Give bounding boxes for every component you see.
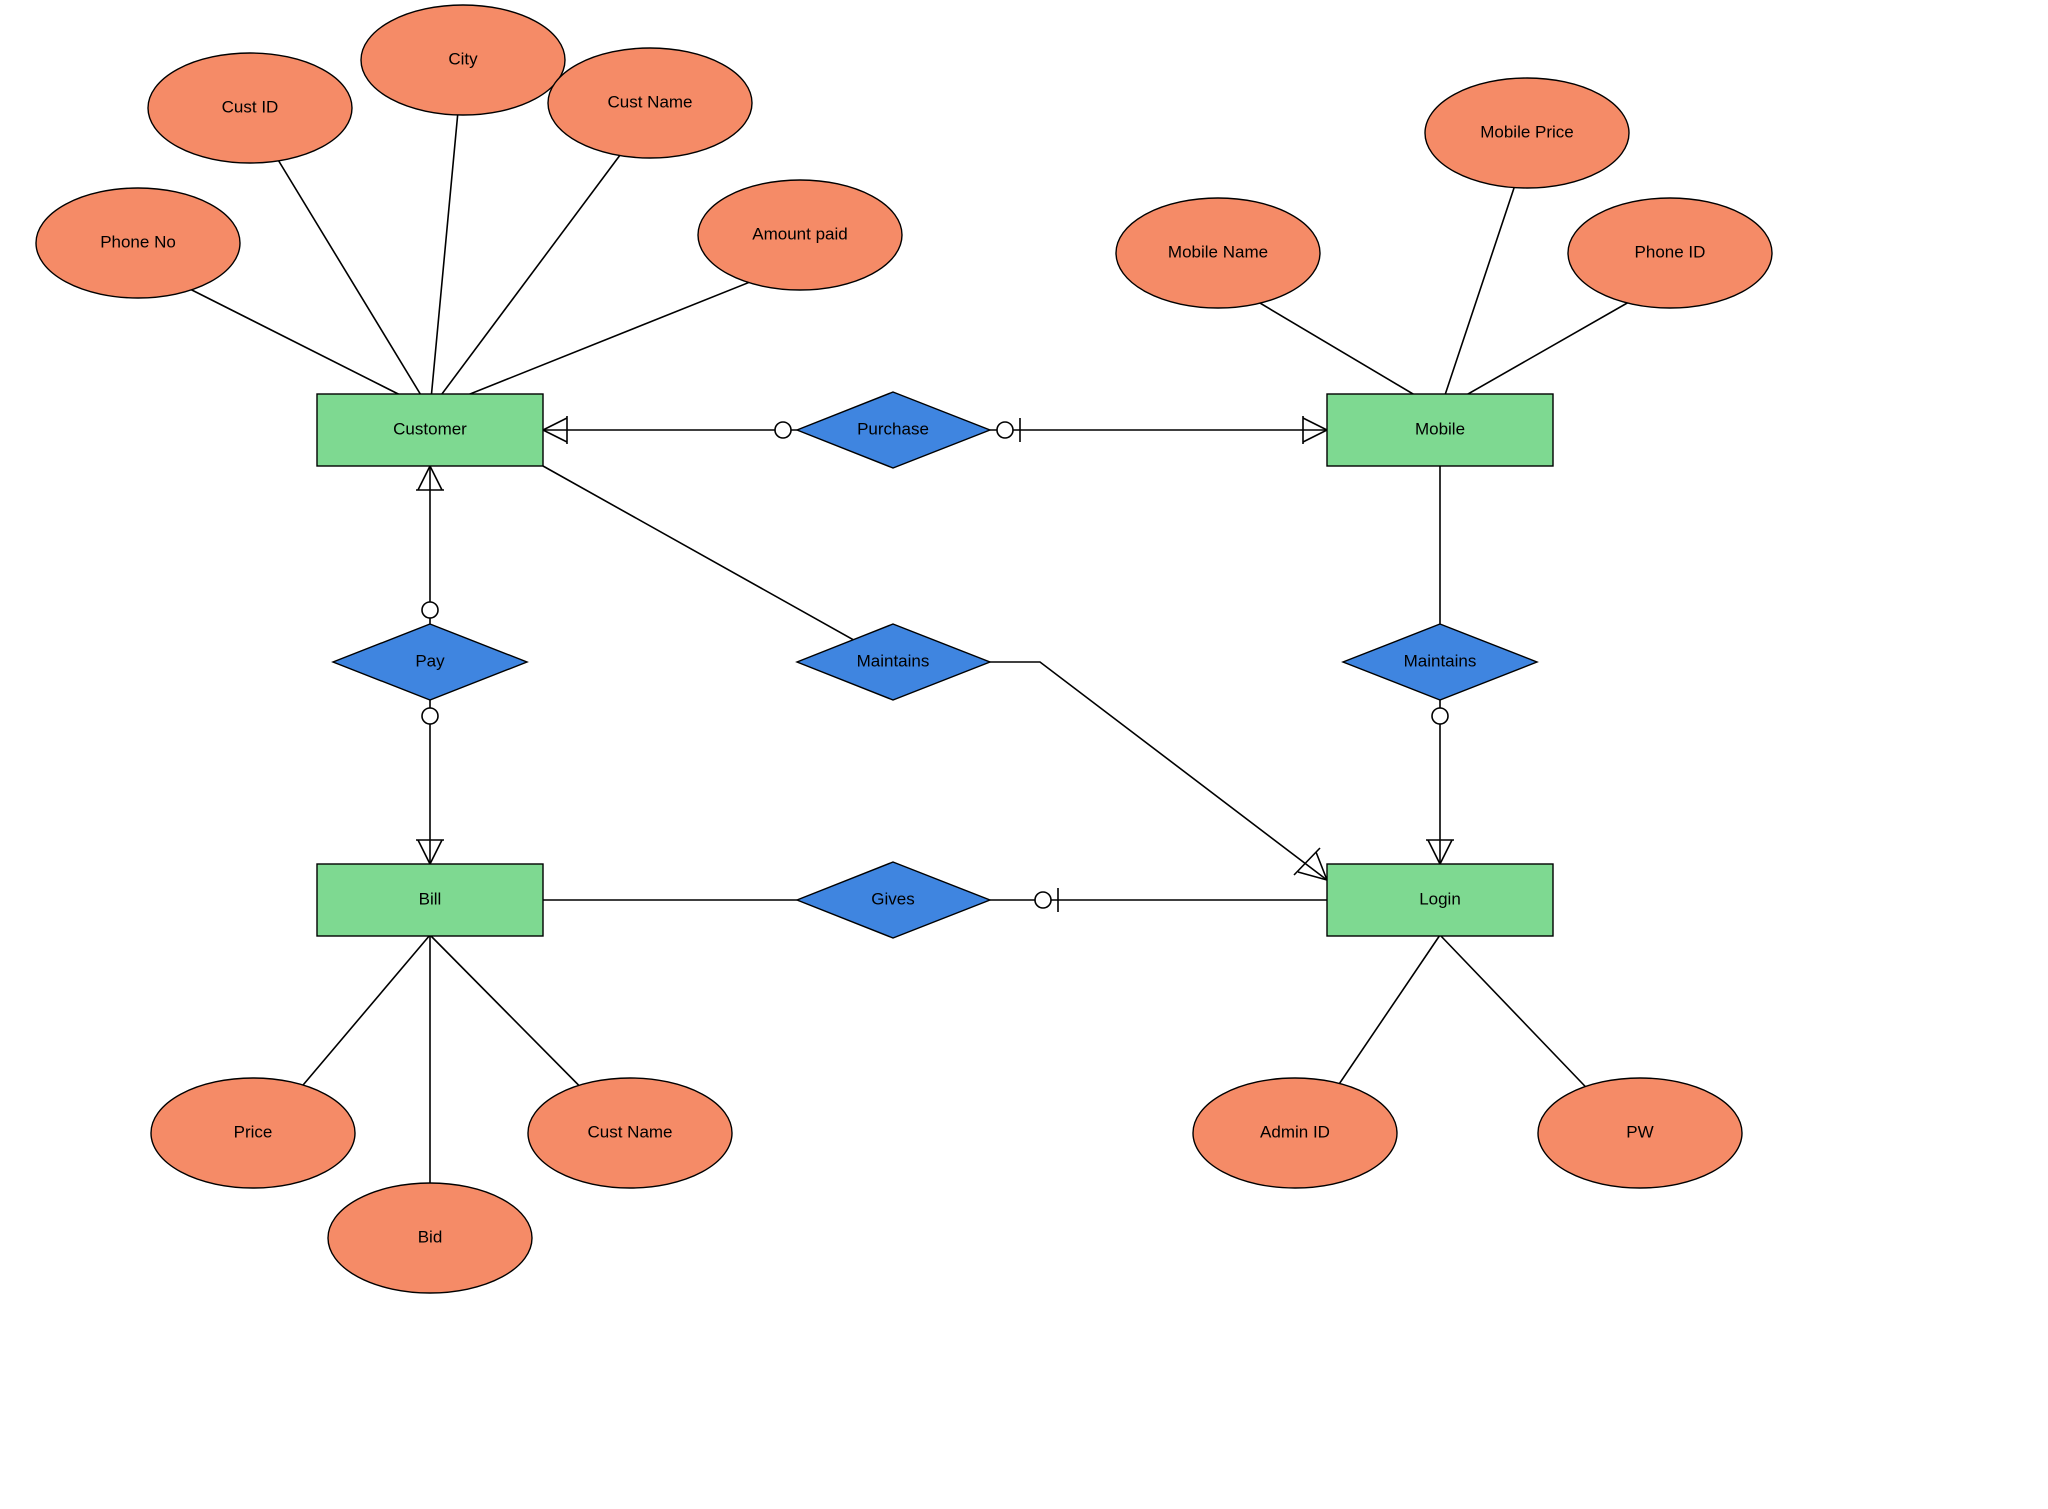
attribute-cust-name-bill-label: Cust Name — [587, 1122, 672, 1141]
attribute-phone-no: Phone No — [36, 188, 240, 298]
attribute-cust-name-bill: Cust Name — [528, 1078, 732, 1188]
attribute-bid: Bid — [328, 1183, 532, 1293]
attribute-phone-no-label: Phone No — [100, 232, 176, 251]
relationship-maintains-mobile-label: Maintains — [1404, 651, 1477, 670]
attribute-city: City — [361, 5, 565, 115]
attribute-amount-paid: Amount paid — [698, 180, 902, 290]
attribute-pw: PW — [1538, 1078, 1742, 1188]
relationship-pay: Pay — [333, 624, 527, 700]
attribute-cust-name-customer-label: Cust Name — [607, 92, 692, 111]
entity-login-label: Login — [1419, 889, 1461, 908]
attribute-phone-id: Phone ID — [1568, 198, 1772, 308]
entity-bill: Bill — [317, 864, 543, 936]
attribute-cust-id: Cust ID — [148, 53, 352, 163]
attribute-admin-id-label: Admin ID — [1260, 1122, 1330, 1141]
optional-marker-maint-mobile-bottom — [1432, 708, 1448, 724]
attribute-cust-name-customer: Cust Name — [548, 48, 752, 158]
entity-customer: Customer — [317, 394, 543, 466]
relationship-purchase: Purchase — [797, 392, 990, 468]
attribute-price-label: Price — [234, 1122, 273, 1141]
entity-mobile-label: Mobile — [1415, 419, 1465, 438]
er-diagram: Customer Mobile Bill Login Purchase Pay … — [0, 0, 2048, 1509]
relationship-maintains-customer: Maintains — [797, 624, 990, 700]
entity-bill-label: Bill — [419, 889, 442, 908]
edge-customer-city — [430, 90, 460, 410]
relationship-gives: Gives — [797, 862, 990, 938]
edge-mobile-mobileprice — [1440, 170, 1520, 410]
relationship-gives-label: Gives — [871, 889, 914, 908]
attribute-mobile-name-label: Mobile Name — [1168, 242, 1268, 261]
attribute-amount-paid-label: Amount paid — [752, 224, 847, 243]
edge-mobile-phoneid — [1440, 290, 1650, 410]
attribute-cust-id-label: Cust ID — [222, 97, 279, 116]
relationship-maintains-customer-label: Maintains — [857, 651, 930, 670]
entity-customer-label: Customer — [393, 419, 467, 438]
attribute-city-label: City — [448, 49, 478, 68]
attribute-mobile-name: Mobile Name — [1116, 198, 1320, 308]
attribute-mobile-price-label: Mobile Price — [1480, 122, 1574, 141]
attribute-admin-id: Admin ID — [1193, 1078, 1397, 1188]
attribute-mobile-price: Mobile Price — [1425, 78, 1629, 188]
attribute-phone-id-label: Phone ID — [1635, 242, 1706, 261]
relationship-purchase-label: Purchase — [857, 419, 929, 438]
optional-marker-purchase-left — [775, 422, 791, 438]
entity-login: Login — [1327, 864, 1553, 936]
optional-marker-pay-bottom — [422, 708, 438, 724]
optional-marker-pay-top — [422, 602, 438, 618]
attribute-pw-label: PW — [1626, 1122, 1653, 1141]
entity-mobile: Mobile — [1327, 394, 1553, 466]
relationship-maintains-mobile: Maintains — [1343, 624, 1537, 700]
attribute-bid-label: Bid — [418, 1227, 443, 1246]
attribute-price: Price — [151, 1078, 355, 1188]
crowfoot-login-maint-cust — [1294, 848, 1327, 880]
edge-mobile-mobilename — [1238, 290, 1440, 410]
relationship-pay-label: Pay — [415, 651, 445, 670]
